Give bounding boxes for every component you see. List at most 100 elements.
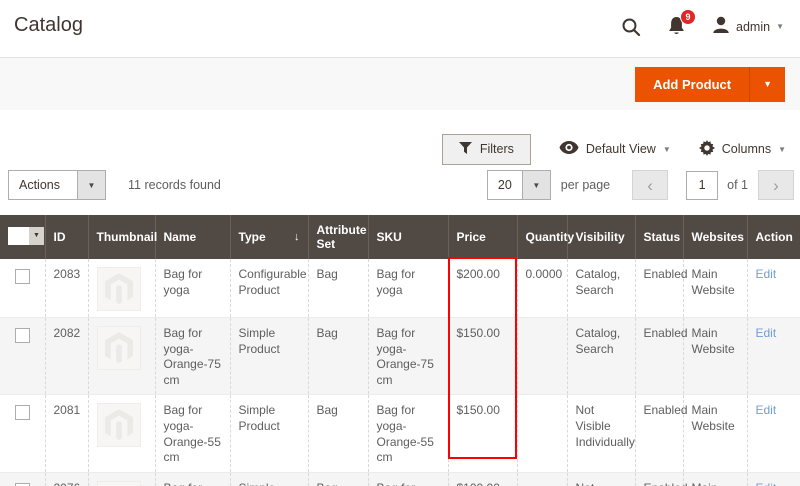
- cell-type: Simple Product: [230, 472, 308, 486]
- filters-label: Filters: [480, 142, 514, 156]
- cell-price: $150.00: [448, 318, 517, 395]
- table-row[interactable]: 2082 Bag for yoga-Orange-75 cm Simple Pr…: [0, 318, 800, 395]
- cell-visibility: Not Visible Individually: [567, 395, 635, 472]
- cell-quantity: [517, 318, 567, 395]
- column-header-id[interactable]: ID: [45, 215, 88, 259]
- cell-sku: Bag for yoga: [368, 259, 448, 318]
- cell-quantity: [517, 395, 567, 472]
- admin-username: admin: [736, 20, 770, 34]
- current-page-input[interactable]: [686, 171, 718, 200]
- cell-name: Bag for yoga-Orange-55 cm: [155, 395, 230, 472]
- cell-sku: Bag for yoga-Orange-75 cm: [368, 318, 448, 395]
- cell-action: Edit: [747, 318, 800, 395]
- edit-link[interactable]: Edit: [756, 267, 777, 281]
- row-checkbox[interactable]: [15, 328, 30, 343]
- column-header-action[interactable]: Action: [747, 215, 800, 259]
- cell-id: 2082: [45, 318, 88, 395]
- cell-status: Enabled: [635, 395, 683, 472]
- cell-id: 2076: [45, 472, 88, 486]
- grid-controls-row: Actions ▼ 11 records found 20 ▼ per page…: [0, 170, 800, 200]
- select-all-checkbox[interactable]: [8, 227, 29, 245]
- table-row[interactable]: 2081 Bag for yoga-Orange-55 cm Simple Pr…: [0, 395, 800, 472]
- columns-control[interactable]: Columns ▼: [699, 140, 786, 159]
- add-product-dropdown-toggle[interactable]: ▼: [749, 67, 785, 102]
- cell-thumbnail: [88, 395, 155, 472]
- cell-attribute-set: Bag: [308, 395, 368, 472]
- chevron-down-icon: ▼: [778, 145, 786, 154]
- product-grid: ▼ ID Thumbnail Name Type↓ Attribute Set …: [0, 215, 800, 486]
- cell-websites: Main Website: [683, 395, 747, 472]
- sort-descending-icon: ↓: [294, 231, 300, 243]
- page-size-value: 20: [488, 171, 522, 199]
- select-all-header: ▼: [0, 215, 45, 259]
- column-header-attribute-set[interactable]: Attribute Set: [308, 215, 368, 259]
- cell-websites: Main Website: [683, 472, 747, 486]
- page-header: Catalog 9 admin ▼: [0, 0, 800, 57]
- default-view-control[interactable]: Default View ▼: [559, 141, 671, 157]
- cell-name: Bag for yoga: [155, 259, 230, 318]
- edit-link[interactable]: Edit: [756, 326, 777, 340]
- chevron-down-icon: ▼: [663, 145, 671, 154]
- cell-sku: Bag for yoga-Orange-55 cm: [368, 395, 448, 472]
- grid-header-row: ▼ ID Thumbnail Name Type↓ Attribute Set …: [0, 215, 800, 259]
- cell-thumbnail: [88, 472, 155, 486]
- per-page-label: per page: [561, 178, 610, 192]
- row-checkbox[interactable]: [15, 269, 30, 284]
- cell-visibility: Catalog, Search: [567, 318, 635, 395]
- actions-select[interactable]: Actions ▼: [8, 170, 106, 200]
- cell-price: $150.00: [448, 395, 517, 472]
- column-header-sku[interactable]: SKU: [368, 215, 448, 259]
- edit-link[interactable]: Edit: [756, 481, 777, 486]
- cell-name: Bag for yoga-Orange-75 cm: [155, 318, 230, 395]
- filter-funnel-icon: [459, 142, 472, 157]
- user-icon: [712, 16, 730, 37]
- chevron-down-icon: ▼: [776, 22, 784, 31]
- product-thumbnail-placeholder: [97, 326, 141, 370]
- column-header-thumbnail[interactable]: Thumbnail: [88, 215, 155, 259]
- cell-id: 2081: [45, 395, 88, 472]
- previous-page-button[interactable]: ‹: [632, 170, 668, 200]
- column-header-quantity[interactable]: Quantity: [517, 215, 567, 259]
- cell-status: Enabled: [635, 259, 683, 318]
- edit-link[interactable]: Edit: [756, 403, 777, 417]
- cell-id: 2083: [45, 259, 88, 318]
- notifications-bell-icon[interactable]: 9: [667, 16, 686, 37]
- cell-visibility: Catalog, Search: [567, 259, 635, 318]
- cell-status: Enabled: [635, 318, 683, 395]
- default-view-label: Default View: [586, 142, 656, 156]
- column-header-price[interactable]: Price: [448, 215, 517, 259]
- notification-count-badge: 9: [681, 10, 695, 24]
- page-size-select[interactable]: 20 ▼: [487, 170, 551, 200]
- pagination: 20 ▼ per page ‹ of 1 ›: [487, 170, 794, 200]
- cell-quantity: [517, 472, 567, 486]
- column-header-websites[interactable]: Websites: [683, 215, 747, 259]
- cell-sku: Bag for yoga-Gray-75 cm: [368, 472, 448, 486]
- next-page-button[interactable]: ›: [758, 170, 794, 200]
- column-header-status[interactable]: Status: [635, 215, 683, 259]
- cell-type: Simple Product: [230, 395, 308, 472]
- column-header-visibility[interactable]: Visibility: [567, 215, 635, 259]
- cell-price: $200.00: [448, 259, 517, 318]
- search-icon[interactable]: [621, 17, 641, 37]
- filters-button[interactable]: Filters: [442, 134, 531, 165]
- product-thumbnail-placeholder: [97, 481, 141, 486]
- eye-icon: [559, 141, 579, 157]
- column-header-type[interactable]: Type↓: [230, 215, 308, 259]
- admin-account-menu[interactable]: admin ▼: [712, 16, 784, 37]
- row-checkbox[interactable]: [15, 405, 30, 420]
- cell-action: Edit: [747, 259, 800, 318]
- cell-attribute-set: Bag: [308, 472, 368, 486]
- table-row[interactable]: 2083 Bag for yoga Configurable Product B…: [0, 259, 800, 318]
- product-thumbnail-placeholder: [97, 267, 141, 311]
- cell-attribute-set: Bag: [308, 259, 368, 318]
- select-all-dropdown[interactable]: ▼: [8, 227, 44, 245]
- cell-quantity: 0.0000: [517, 259, 567, 318]
- action-band: Add Product ▼: [0, 57, 800, 110]
- add-product-button[interactable]: Add Product: [635, 67, 749, 102]
- column-header-name[interactable]: Name: [155, 215, 230, 259]
- table-row[interactable]: 2076 Bag for yoga-Gray-75 cm Simple Prod…: [0, 472, 800, 486]
- grid-toolbar: Filters Default View ▼ Columns ▼: [0, 134, 800, 164]
- cell-price: $100.00: [448, 472, 517, 486]
- cell-type: Configurable Product: [230, 259, 308, 318]
- chevron-down-icon: ▼: [29, 227, 44, 245]
